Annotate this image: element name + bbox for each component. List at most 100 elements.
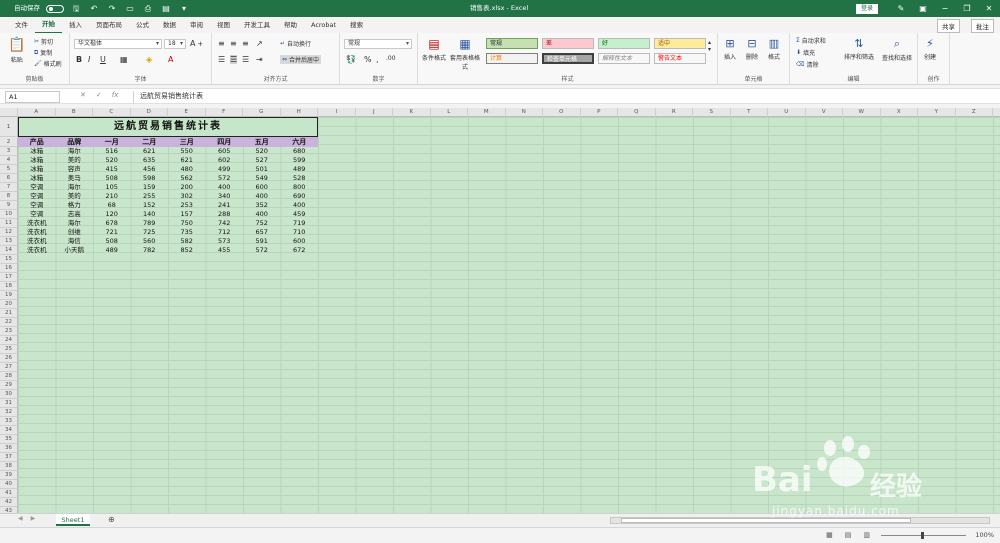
menu-item[interactable]: 数据 [156, 17, 183, 33]
table-cell[interactable]: 499 [206, 165, 244, 174]
table-cell[interactable]: 690 [281, 192, 319, 201]
row-header[interactable]: 20 [0, 300, 18, 309]
column-header[interactable]: O [543, 108, 581, 117]
grow-font-icon[interactable]: A + [190, 39, 203, 48]
table-cell[interactable]: 空调 [18, 192, 56, 201]
styles-more-icon[interactable]: ▴ ▾ [708, 39, 711, 53]
find-select-button[interactable]: ⌕ 查找和选择 [882, 37, 912, 62]
table-cell[interactable]: 572 [243, 246, 281, 255]
sheet-tab[interactable]: Sheet1 [56, 514, 90, 526]
table-cell[interactable]: 527 [243, 156, 281, 165]
table-cell[interactable]: 空调 [18, 210, 56, 219]
menu-item[interactable]: 插入 [62, 17, 89, 33]
table-cell[interactable]: 洗衣机 [18, 219, 56, 228]
align-top-icon[interactable]: ≡ [218, 39, 225, 48]
row-header[interactable]: 26 [0, 354, 18, 363]
row-header[interactable]: 14 [0, 246, 18, 255]
column-header[interactable]: A [18, 108, 56, 117]
column-header[interactable]: I [318, 108, 356, 117]
align-middle-icon[interactable]: ≡ [230, 39, 237, 48]
table-cell[interactable]: 508 [93, 237, 131, 246]
table-cell[interactable]: 621 [168, 156, 206, 165]
table-cell[interactable]: 562 [168, 174, 206, 183]
zoom-level[interactable]: 100% [975, 531, 994, 539]
table-cell[interactable]: 志高 [56, 210, 94, 219]
menu-item[interactable]: 搜索 [343, 17, 370, 33]
style-calculation[interactable]: 计算 [486, 53, 538, 64]
row-header[interactable]: 9 [0, 201, 18, 210]
row-header[interactable]: 27 [0, 363, 18, 372]
close-icon[interactable]: ✕ [978, 0, 1000, 17]
column-header[interactable]: Y [918, 108, 956, 117]
align-left-icon[interactable]: ☰ [218, 55, 225, 64]
table-title-cell[interactable]: 远航贸易销售统计表 [18, 117, 318, 137]
table-cell[interactable]: 560 [131, 237, 169, 246]
menu-item[interactable]: 帮助 [277, 17, 304, 33]
spreadsheet-grid[interactable]: ABCDEFGHIJKLMNOPQRSTUVWXYZ 1 2 3 4 5 6 7 8 9 10 11… [0, 108, 1000, 513]
row-header[interactable]: 3 [0, 147, 18, 156]
column-header[interactable]: G [243, 108, 281, 117]
select-all-corner[interactable] [0, 108, 18, 117]
table-cell[interactable]: 605 [206, 147, 244, 156]
table-cell[interactable]: 352 [243, 201, 281, 210]
comma-icon[interactable]: , [376, 55, 379, 64]
zoom-slider[interactable] [881, 532, 966, 539]
table-cell[interactable]: 400 [243, 192, 281, 201]
table-cell[interactable]: 洗衣机 [18, 237, 56, 246]
menu-item[interactable]: 页面布局 [89, 17, 129, 33]
open-icon[interactable]: ▤ [160, 0, 172, 17]
row-header[interactable]: 4 [0, 156, 18, 165]
table-header-cell[interactable]: 五月 [243, 137, 281, 147]
pen-icon[interactable]: ✎ [890, 0, 912, 17]
row-header[interactable]: 42 [0, 498, 18, 507]
table-cell[interactable]: 508 [93, 174, 131, 183]
row-header[interactable]: 25 [0, 345, 18, 354]
row-header[interactable]: 18 [0, 282, 18, 291]
table-cell[interactable]: 719 [281, 219, 319, 228]
table-cell[interactable]: 789 [131, 219, 169, 228]
column-header[interactable]: X [881, 108, 918, 117]
row-header[interactable]: 17 [0, 273, 18, 282]
style-neutral[interactable]: 适中 [654, 38, 706, 49]
table-cell[interactable]: 752 [243, 219, 281, 228]
undo-icon[interactable]: ↶ [88, 0, 100, 17]
row-header[interactable]: 30 [0, 390, 18, 399]
table-cell[interactable]: 冰箱 [18, 165, 56, 174]
menu-item[interactable]: 审阅 [183, 17, 210, 33]
table-cell[interactable]: 140 [131, 210, 169, 219]
table-cell[interactable]: 621 [131, 147, 169, 156]
table-cell[interactable]: 852 [168, 246, 206, 255]
page-break-icon[interactable]: ▥ [863, 531, 870, 539]
create-button[interactable]: ⚡ 创建 [924, 37, 936, 61]
row-header[interactable]: 6 [0, 174, 18, 183]
align-center-icon[interactable]: ☰ [230, 55, 238, 64]
row-header[interactable]: 41 [0, 489, 18, 498]
table-cell[interactable]: 海尔 [56, 183, 94, 192]
fill-button[interactable]: ⬇ 填充 [796, 48, 815, 57]
row-header[interactable]: 38 [0, 462, 18, 471]
table-cell[interactable]: 空调 [18, 201, 56, 210]
indent-icon[interactable]: ⇥ [256, 55, 263, 64]
column-header[interactable]: T [731, 108, 768, 117]
row-header[interactable]: 39 [0, 471, 18, 480]
increase-decimal-icon[interactable]: .00 [386, 55, 396, 62]
comment-button[interactable]: 批注 [971, 19, 994, 33]
fill-color-icon[interactable]: ◈ [146, 55, 152, 64]
table-cell[interactable]: 美的 [56, 192, 94, 201]
table-cell[interactable]: 602 [206, 156, 244, 165]
insert-cells-button[interactable]: ⊞ 插入 [724, 37, 736, 61]
table-cell[interactable]: 400 [206, 183, 244, 192]
table-header-cell[interactable]: 产品 [18, 137, 56, 147]
style-check-cell[interactable]: 检查单元格 [542, 53, 594, 64]
column-header[interactable]: F [206, 108, 243, 117]
table-cell[interactable]: 冰箱 [18, 174, 56, 183]
format-painter-button[interactable]: 🖌 格式刷 [34, 59, 62, 68]
table-cell[interactable]: 美的 [56, 156, 94, 165]
percent-icon[interactable]: % [364, 55, 372, 64]
conditional-format-button[interactable]: ▤ 条件格式 [422, 37, 446, 62]
table-header-cell[interactable]: 品牌 [56, 137, 94, 147]
row-header[interactable]: 34 [0, 426, 18, 435]
table-cell[interactable]: 550 [168, 147, 206, 156]
merge-center-button[interactable]: ⇔ 合并后居中 [280, 55, 322, 64]
table-cell[interactable]: 742 [206, 219, 244, 228]
